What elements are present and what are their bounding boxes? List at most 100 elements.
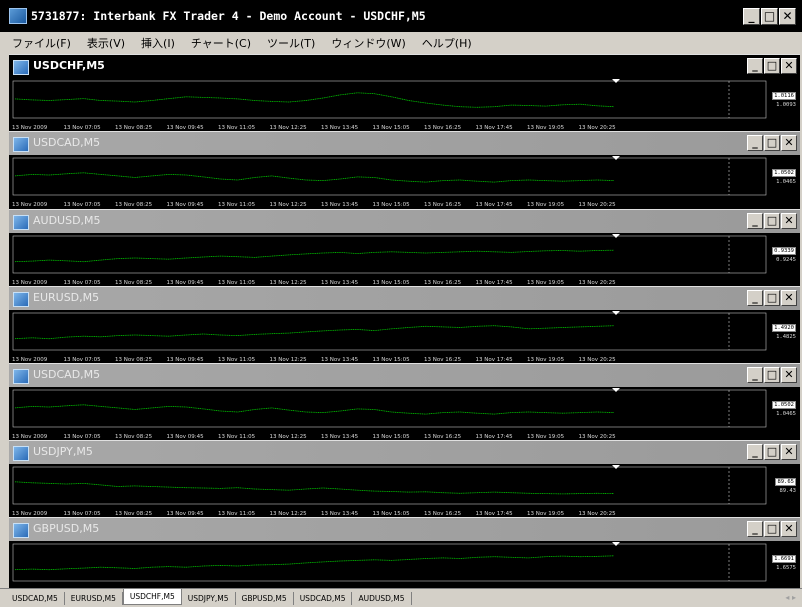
chart-maximize-button[interactable]: □ [764, 521, 780, 537]
price-series-line [14, 404, 615, 415]
chart-minimize-button[interactable]: _ [747, 290, 763, 306]
chart-tab[interactable]: GBPUSD,M5 [236, 591, 294, 605]
chart-minimize-button[interactable]: _ [747, 521, 763, 537]
price-scale-label: 1.0093 [776, 102, 796, 108]
chart-frame [12, 543, 767, 582]
time-tick-label: 13 Nov 11:05 [218, 202, 256, 208]
chart-window-icon [13, 446, 29, 461]
menu-tools[interactable]: ツール(T) [259, 35, 323, 51]
price-chart[interactable]: 13 Nov 200913 Nov 07:0513 Nov 08:2513 No… [9, 464, 800, 518]
menu-help[interactable]: ヘルプ(H) [414, 35, 480, 51]
chart-maximize-button[interactable]: □ [764, 444, 780, 460]
menu-insert[interactable]: 挿入(I) [133, 35, 183, 51]
menu-window[interactable]: ウィンドウ(W) [323, 35, 413, 51]
menu-view[interactable]: 表示(V) [79, 35, 133, 51]
chart-tab[interactable]: USDCHF,M5 [122, 589, 182, 605]
price-scale-label: 0.9245 [776, 257, 796, 263]
chart-window[interactable]: AUDUSD,M5 _ □ ✕ 13 Nov 2009 13 Nov 07:05 13 No… [9, 209, 800, 287]
chart-canvas [12, 311, 767, 351]
chart-canvas [12, 465, 767, 505]
chart-window-header[interactable]: EURUSD,M5 _ □ ✕ [9, 286, 800, 310]
chart-window[interactable]: USDJPY,M5 _ □ ✕ 13 Nov 2009 13 Nov 07:05 13 No… [9, 440, 800, 518]
time-axis: 13 Nov 2009 13 Nov 07:05 13 Nov 08:25 13 No… [12, 202, 630, 208]
chart-window-title: EURUSD,M5 [33, 291, 100, 304]
chart-frame [12, 235, 767, 274]
chart-window-icon [13, 60, 29, 75]
chart-window[interactable]: EURUSD,M5 _ □ ✕ 13 Nov 2009 13 Nov 07:05 13 No… [9, 286, 800, 364]
price-chart[interactable]: 13 Nov 200913 Nov 07:0513 Nov 08:2513 No… [9, 78, 800, 132]
current-price-label: 1.4920 [772, 324, 796, 332]
time-tick-label: 13 Nov 08:25 [115, 202, 153, 208]
chart-minimize-button[interactable]: _ [747, 135, 763, 151]
time-tick-label: 13 Nov 16:25 [424, 202, 462, 208]
current-price-label: 1.0502 [772, 169, 796, 177]
chart-window-title: USDJPY,M5 [33, 445, 93, 458]
current-price-label: 1.0502 [772, 401, 796, 409]
chart-close-button[interactable]: ✕ [781, 521, 797, 537]
chart-frame [12, 466, 767, 505]
chart-close-button[interactable]: ✕ [781, 58, 797, 74]
chart-window[interactable]: USDCHF,M5 _ □ ✕ 13 Nov 2009 13 Nov 07:05 13 No… [9, 54, 800, 132]
price-scale-label: 89.43 [779, 488, 796, 494]
time-tick-label: 13 Nov 07:05 [63, 202, 101, 208]
chart-maximize-button[interactable]: □ [764, 213, 780, 229]
chart-window-header[interactable]: USDCHF,M5 _ □ ✕ [9, 54, 800, 78]
chart-close-button[interactable]: ✕ [781, 444, 797, 460]
chart-tab[interactable]: USDJPY,M5 [182, 591, 236, 605]
chart-window-title: USDCAD,M5 [33, 136, 101, 149]
chart-window[interactable]: USDCAD,M5 _ □ ✕ 13 Nov 2009 13 Nov 07:05 13 No… [9, 131, 800, 209]
chart-maximize-button[interactable]: □ [764, 367, 780, 383]
price-chart[interactable]: 13 Nov 200913 Nov 07:0513 Nov 08:2513 No… [9, 310, 800, 364]
chart-canvas [12, 388, 767, 428]
chart-maximize-button[interactable]: □ [764, 135, 780, 151]
chart-window-icon [13, 292, 29, 307]
chart-tab[interactable]: AUDUSD,M5 [352, 591, 412, 605]
time-tick-label: 13 Nov 09:45 [166, 202, 204, 208]
menu-file[interactable]: ファイル(F) [0, 35, 79, 51]
tab-scroll-arrows-icon[interactable]: ◂ ▸ [785, 593, 796, 602]
chart-minimize-button[interactable]: _ [747, 367, 763, 383]
menu-chart[interactable]: チャート(C) [183, 35, 259, 51]
chart-canvas [12, 234, 767, 274]
chart-tab[interactable]: USDCAD,M5 [294, 591, 353, 605]
chart-close-button[interactable]: ✕ [781, 213, 797, 229]
chart-minimize-button[interactable]: _ [747, 444, 763, 460]
chart-window-header[interactable]: AUDUSD,M5 _ □ ✕ [9, 209, 800, 233]
price-series-line [14, 249, 615, 263]
time-tick-label: 13 Nov 20:25 [578, 202, 616, 208]
time-tick-label: 13 Nov 12:25 [269, 202, 307, 208]
chart-window[interactable]: USDCAD,M5 _ □ ✕ 13 Nov 2009 13 Nov 07:05 13 No… [9, 363, 800, 441]
chart-minimize-button[interactable]: _ [747, 213, 763, 229]
chart-close-button[interactable]: ✕ [781, 290, 797, 306]
price-series-line [14, 555, 615, 571]
chart-window[interactable]: GBPUSD,M5 _□✕ 13 Nov 200913 Nov 07:0513 No… [9, 517, 800, 595]
price-scale-label: 1.0465 [776, 411, 796, 417]
chart-window-header[interactable]: USDCAD,M5 _ □ ✕ [9, 131, 800, 155]
chart-frame [12, 389, 767, 428]
price-chart[interactable]: 13 Nov 200913 Nov 07:0513 Nov 08:2513 No… [9, 541, 800, 595]
chart-window-header[interactable]: GBPUSD,M5 _ □ ✕ [9, 517, 800, 541]
chart-maximize-button[interactable]: □ [764, 290, 780, 306]
price-chart[interactable]: 13 Nov 200913 Nov 07:0513 Nov 08:2513 No… [9, 155, 800, 209]
chart-close-button[interactable]: ✕ [781, 367, 797, 383]
close-button[interactable]: ✕ [779, 8, 796, 25]
price-chart[interactable]: 13 Nov 200913 Nov 07:0513 Nov 08:2513 No… [9, 387, 800, 441]
current-price-label: 89.65 [775, 478, 796, 486]
price-chart[interactable]: 13 Nov 200913 Nov 07:0513 Nov 08:2513 No… [9, 233, 800, 287]
title-bar: 5731877: Interbank FX Trader 4 - Demo Ac… [0, 0, 802, 32]
chart-window-header[interactable]: USDCAD,M5 _ □ ✕ [9, 363, 800, 387]
chart-window-header[interactable]: USDJPY,M5 _ □ ✕ [9, 440, 800, 464]
chart-tab[interactable]: EURUSD,M5 [65, 591, 123, 605]
chart-maximize-button[interactable]: □ [764, 58, 780, 74]
chart-canvas [12, 542, 767, 582]
menu-bar: ファイル(F) 表示(V) 挿入(I) チャート(C) ツール(T) ウィンドウ… [0, 32, 802, 54]
minimize-button[interactable]: _ [743, 8, 760, 25]
price-series-line [14, 92, 615, 108]
current-price-label: 1.6691 [772, 555, 796, 563]
chart-minimize-button[interactable]: _ [747, 58, 763, 74]
maximize-button[interactable]: □ [761, 8, 778, 25]
chart-tab[interactable]: USDCAD,M5 [0, 591, 65, 605]
chart-window-title: USDCAD,M5 [33, 368, 101, 381]
chart-close-button[interactable]: ✕ [781, 135, 797, 151]
chart-window-title: USDCHF,M5 [33, 59, 105, 72]
